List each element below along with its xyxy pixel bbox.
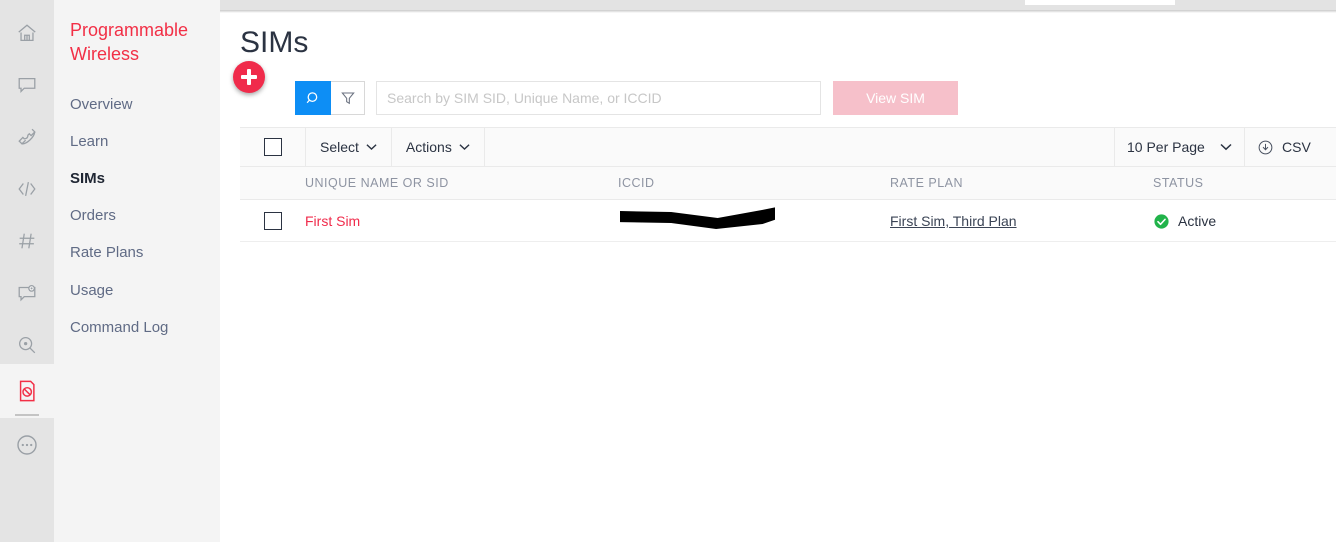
main-content: SIMs View SIM Sel xyxy=(220,13,1336,542)
sidebar-item-orders[interactable]: Orders xyxy=(70,203,220,229)
sidebar-item-label: Rate Plans xyxy=(70,244,144,261)
row-checkbox-cell xyxy=(240,200,305,242)
sidebar-item-label: SIMs xyxy=(70,170,106,187)
select-dropdown-label: Select xyxy=(320,139,359,155)
view-sim-button[interactable]: View SIM xyxy=(833,81,958,115)
cell-unique-name: First Sim xyxy=(305,200,360,242)
sidebar-item-rate-plans[interactable]: Rate Plans xyxy=(70,240,220,266)
chevron-down-icon xyxy=(1220,143,1232,151)
iccid-redaction-mark xyxy=(620,207,775,229)
download-circle-icon xyxy=(1258,140,1273,154)
per-page-label: 10 Per Page xyxy=(1127,139,1205,155)
rail-divider xyxy=(15,414,39,416)
search-button[interactable] xyxy=(295,81,331,115)
sidebar-item-command-log[interactable]: Command Log xyxy=(70,315,220,341)
csv-download-button[interactable]: CSV xyxy=(1244,127,1336,167)
actions-dropdown[interactable]: Actions xyxy=(390,127,484,167)
chevron-down-icon xyxy=(459,144,470,150)
table-row[interactable]: First Sim First Sim, Third Plan Active xyxy=(240,200,1336,242)
sidebar-item-label: Learn xyxy=(70,133,109,150)
status-badge: Active xyxy=(1178,213,1217,229)
sidebar-item-label: Command Log xyxy=(70,319,169,336)
sidebar-item-overview[interactable]: Overview xyxy=(70,92,220,118)
sidebar-item-sims[interactable]: SIMs xyxy=(70,166,220,192)
table-actions-bar: Select Actions 10 Per Page CSV xyxy=(240,127,1336,167)
per-page-dropdown[interactable]: 10 Per Page xyxy=(1114,127,1244,167)
chat-icon[interactable] xyxy=(0,58,54,112)
code-icon[interactable] xyxy=(0,162,54,216)
more-icon[interactable] xyxy=(0,418,54,472)
sidebar-item-label: Overview xyxy=(70,96,133,113)
search-toolbar: View SIM xyxy=(240,81,1316,115)
sim-name-link[interactable]: First Sim xyxy=(305,213,360,229)
phone-icon[interactable] xyxy=(0,110,54,164)
sim-card-icon[interactable] xyxy=(0,364,54,418)
chevron-down-icon xyxy=(366,144,377,150)
select-all-cell xyxy=(240,127,305,167)
sims-table: Select Actions 10 Per Page CSV UNIQUE NA… xyxy=(240,127,1336,242)
search-input[interactable] xyxy=(376,81,821,115)
column-header-status: STATUS xyxy=(1153,176,1204,190)
sidebar-item-label: Usage xyxy=(70,282,114,299)
icon-rail xyxy=(0,0,54,542)
sidebar-item-usage[interactable]: Usage xyxy=(70,278,220,304)
select-all-checkbox[interactable] xyxy=(263,138,282,156)
column-header-rate-plan: RATE PLAN xyxy=(890,176,964,190)
browser-tab-fragment xyxy=(1025,0,1175,5)
actions-spacer xyxy=(483,127,1114,167)
filter-icon[interactable] xyxy=(331,81,365,115)
add-sim-button[interactable] xyxy=(233,61,265,93)
cell-status: Active xyxy=(1153,200,1216,242)
product-nav-panel: Programmable Wireless Overview Learn SIM… xyxy=(54,0,220,542)
column-header-unique-name: UNIQUE NAME OR SID xyxy=(305,176,449,190)
page-title: SIMs xyxy=(240,26,309,59)
table-header-row: UNIQUE NAME OR SID ICCID RATE PLAN STATU… xyxy=(240,167,1336,200)
row-checkbox[interactable] xyxy=(263,212,282,230)
cell-rate-plan: First Sim, Third Plan xyxy=(890,200,1017,242)
product-nav-title: Programmable Wireless xyxy=(70,20,189,64)
actions-dropdown-label: Actions xyxy=(405,139,452,155)
status-check-icon xyxy=(1154,213,1169,229)
select-dropdown[interactable]: Select xyxy=(305,127,391,167)
app-window: Programmable Wireless Overview Learn SIM… xyxy=(0,0,1336,542)
csv-label: CSV xyxy=(1282,139,1311,155)
chat-dot-icon[interactable] xyxy=(0,266,54,320)
hash-icon[interactable] xyxy=(0,214,54,268)
sidebar-item-learn[interactable]: Learn xyxy=(70,129,220,155)
column-header-iccid: ICCID xyxy=(618,176,655,190)
sidebar-item-label: Orders xyxy=(70,207,116,224)
home-icon[interactable] xyxy=(0,6,54,60)
rate-plan-link[interactable]: First Sim, Third Plan xyxy=(890,213,1017,229)
